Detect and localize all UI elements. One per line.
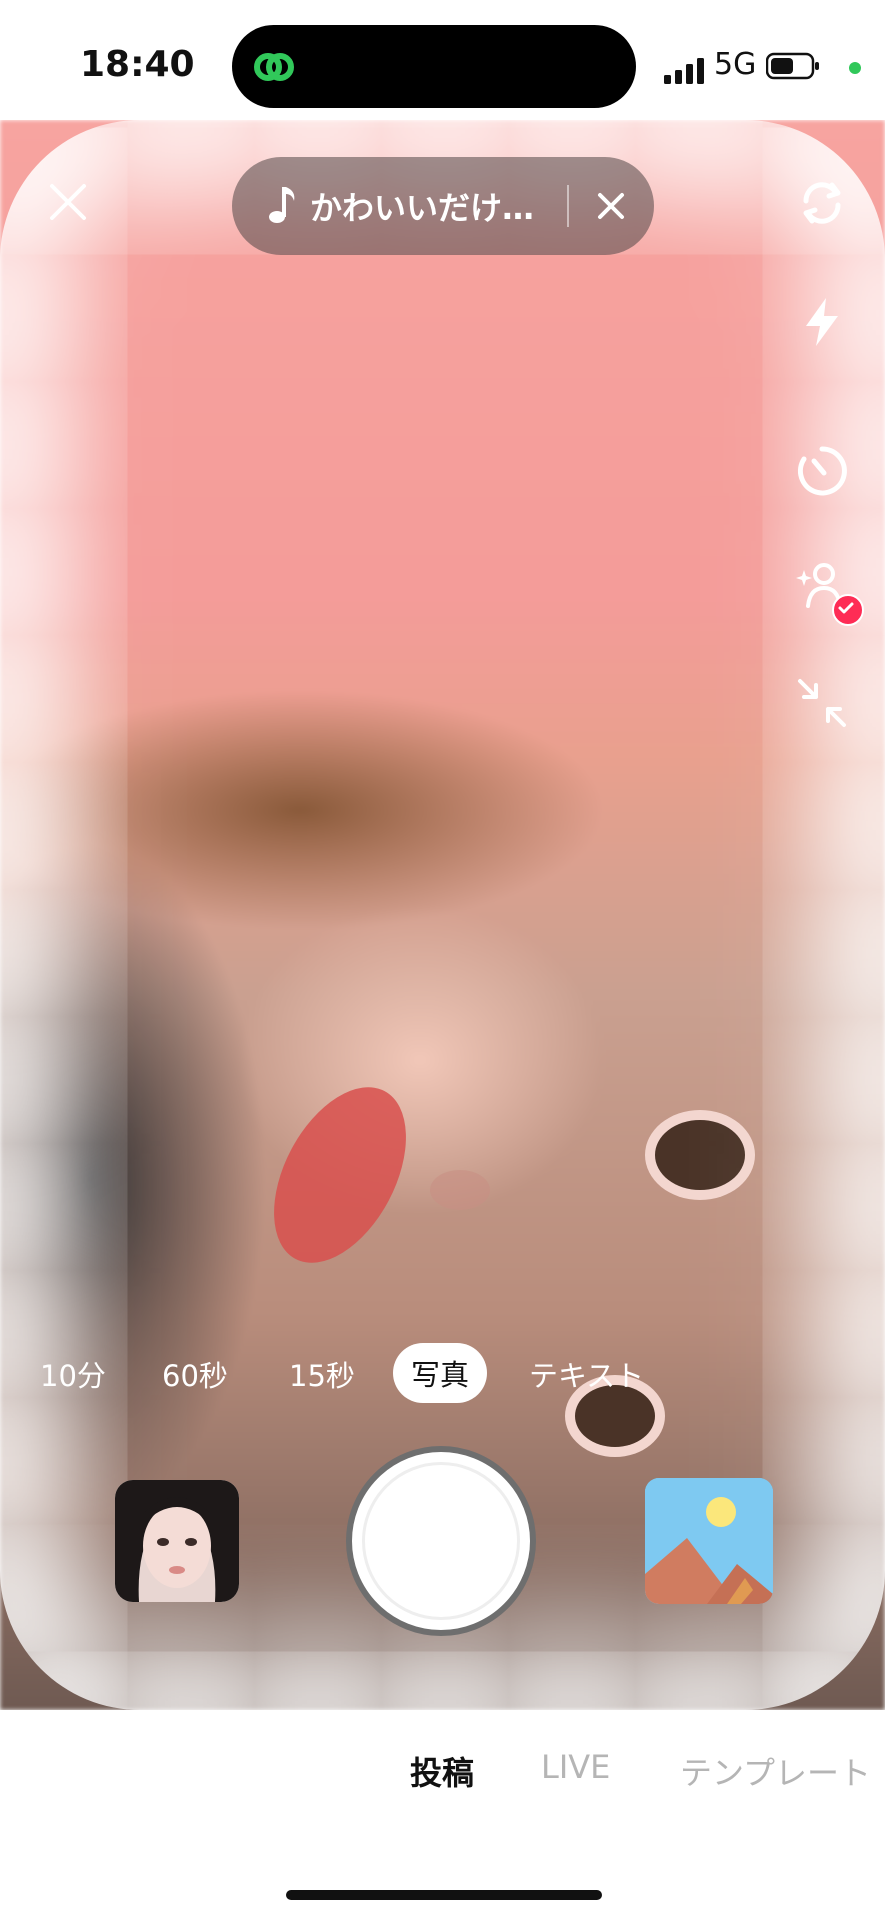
mode-photo[interactable]: 写真: [393, 1343, 488, 1403]
mode-text[interactable]: テキスト: [529, 1353, 644, 1395]
status-time: 18:40: [80, 44, 195, 85]
divider: [567, 185, 569, 227]
music-note-icon: [269, 187, 295, 223]
shutter-inner: [362, 1462, 520, 1620]
check-icon: [838, 602, 854, 614]
privacy-dot: [849, 62, 861, 74]
mode-60sec[interactable]: 60秒: [162, 1353, 228, 1395]
add-sound-button[interactable]: かわいいだけ…: [232, 157, 654, 255]
sound-title: かわいいだけ…: [310, 189, 535, 227]
network-type: 5G: [714, 47, 757, 82]
face-preview: [115, 1480, 239, 1602]
timer-icon[interactable]: [794, 443, 850, 499]
gallery-button[interactable]: [645, 1478, 773, 1604]
close-icon[interactable]: [594, 189, 628, 223]
check-badge-icon: [832, 594, 864, 626]
tab-template[interactable]: テンプレート: [680, 1748, 871, 1794]
battery-icon: [766, 52, 819, 80]
flip-camera-icon[interactable]: [794, 175, 850, 231]
tab-post[interactable]: 投稿: [410, 1748, 474, 1794]
dynamic-island: [232, 25, 636, 108]
status-bar: 18:40 5G: [0, 0, 885, 120]
collapse-icon[interactable]: [794, 675, 850, 731]
effects-thumbnail[interactable]: [115, 1480, 239, 1602]
shutter-button[interactable]: [346, 1446, 536, 1636]
close-camera-icon[interactable]: [44, 178, 92, 226]
gallery-icon: [645, 1478, 773, 1604]
flash-icon[interactable]: [794, 294, 850, 350]
signal-icon: [664, 58, 704, 84]
mode-10min[interactable]: 10分: [40, 1353, 106, 1395]
link-icon: [254, 53, 294, 81]
home-indicator: [286, 1890, 602, 1900]
mode-15sec[interactable]: 15秒: [289, 1353, 355, 1395]
tab-live[interactable]: LIVE: [541, 1748, 610, 1786]
